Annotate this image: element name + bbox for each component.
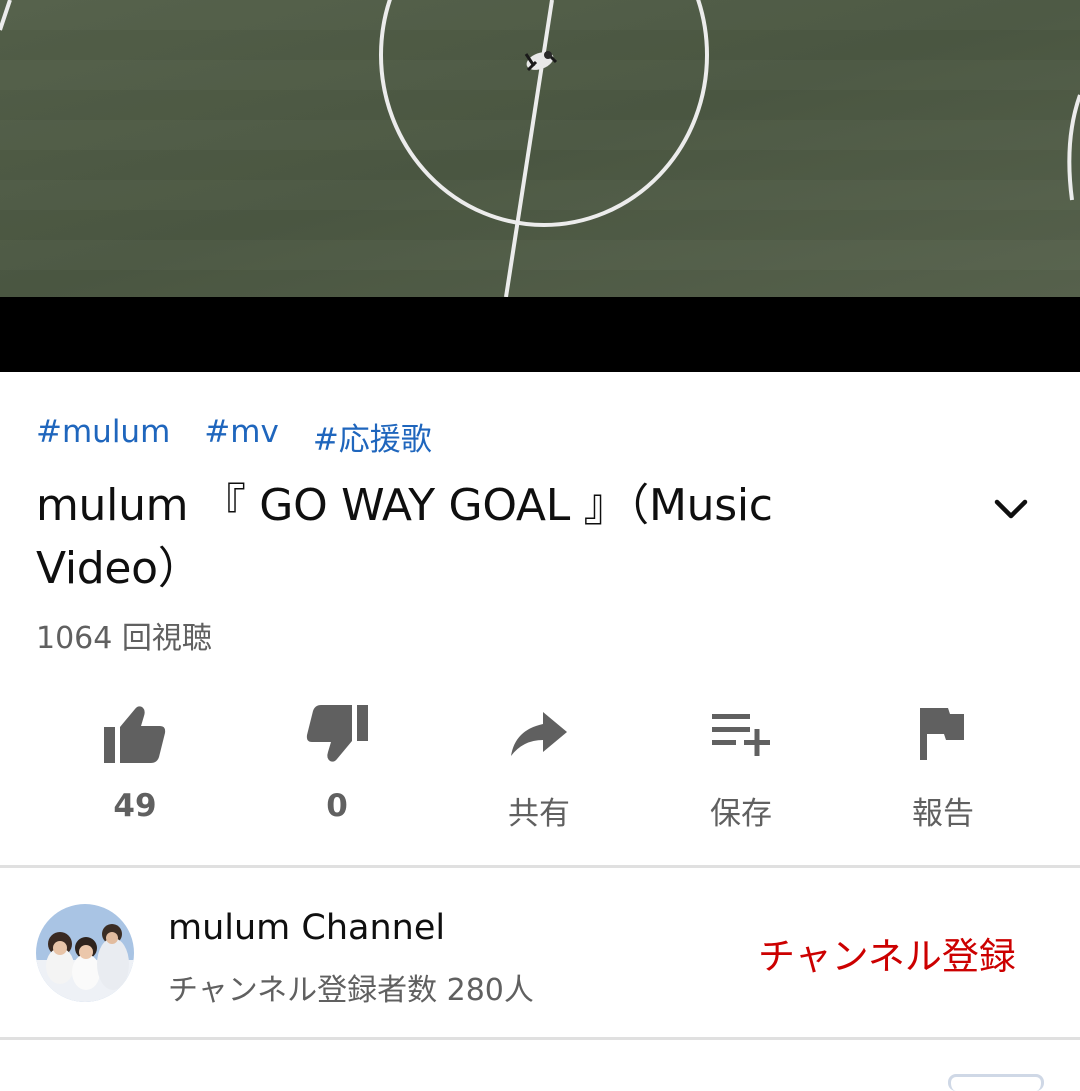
dislike-count: 0 bbox=[326, 788, 348, 824]
like-count: 49 bbox=[113, 788, 157, 824]
save-button[interactable]: 保存 bbox=[640, 698, 842, 838]
thumbs-up-icon bbox=[104, 706, 166, 763]
thumbs-down-icon bbox=[306, 705, 368, 762]
report-label: 報告 bbox=[912, 796, 974, 832]
subscriber-count: チャンネル登録者数 280人 bbox=[168, 973, 534, 1008]
hashtag-ouenka[interactable]: #応援歌 bbox=[313, 414, 432, 458]
expand-description-button[interactable] bbox=[986, 488, 1036, 530]
video-frame bbox=[0, 0, 1080, 372]
avatar-photo bbox=[36, 904, 134, 1002]
flag-icon bbox=[920, 708, 964, 760]
action-bar: 49 0 共有 保存 報告 bbox=[0, 698, 1080, 838]
channel-name[interactable]: mulum Channel bbox=[168, 908, 445, 948]
chevron-down-icon bbox=[994, 499, 1028, 519]
video-player[interactable] bbox=[0, 0, 1080, 372]
share-icon bbox=[511, 712, 567, 756]
report-button[interactable]: 報告 bbox=[842, 698, 1044, 838]
divider bbox=[0, 1037, 1080, 1040]
video-title-line2: Video） bbox=[36, 543, 202, 594]
partial-button[interactable] bbox=[948, 1074, 1044, 1091]
video-title[interactable]: mulum 『 GO WAY GOAL 』（Music Video） bbox=[36, 474, 956, 600]
share-label: 共有 bbox=[508, 796, 570, 832]
hashtag-mv[interactable]: #mv bbox=[204, 414, 279, 458]
dislike-button[interactable]: 0 bbox=[236, 698, 438, 838]
view-count: 1064 回視聴 bbox=[36, 621, 212, 656]
video-title-line1: mulum 『 GO WAY GOAL 』（Music bbox=[36, 480, 773, 531]
channel-row: mulum Channel チャンネル登録者数 280人 チャンネル登録 bbox=[0, 872, 1080, 1037]
hashtag-list: #mulum #mv #応援歌 bbox=[36, 414, 432, 458]
channel-avatar[interactable] bbox=[36, 904, 134, 1002]
save-label: 保存 bbox=[710, 796, 772, 832]
share-button[interactable]: 共有 bbox=[438, 698, 640, 838]
hashtag-mulum[interactable]: #mulum bbox=[36, 414, 170, 458]
playlist-add-icon bbox=[712, 714, 770, 756]
divider bbox=[0, 865, 1080, 868]
like-button[interactable]: 49 bbox=[34, 698, 236, 838]
subscribe-button[interactable]: チャンネル登録 bbox=[758, 926, 1016, 980]
